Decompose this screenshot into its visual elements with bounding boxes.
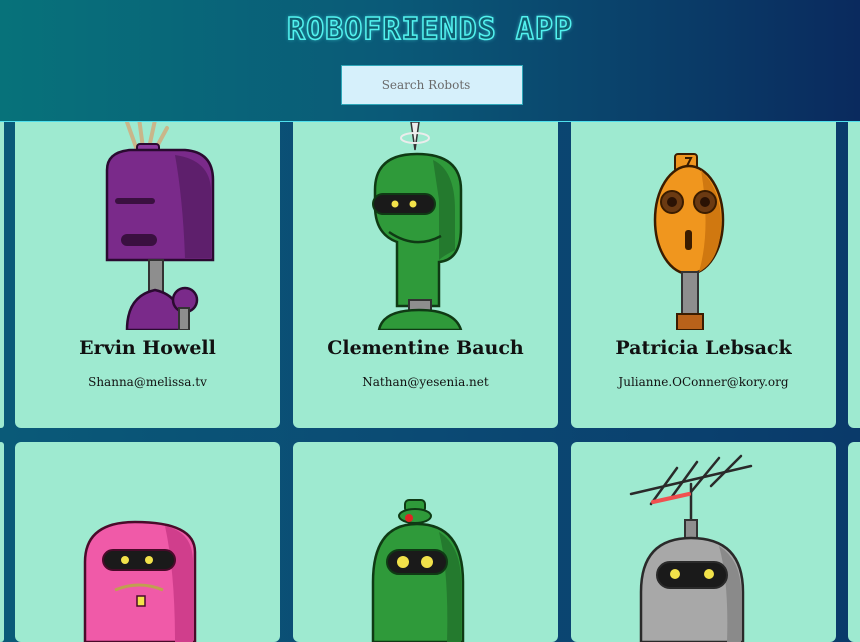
- robot-card-edge-right-1[interactable]: [848, 110, 860, 428]
- app-title: ROBOFRIENDS APP: [286, 11, 573, 48]
- robot-avatar-image: [372, 121, 463, 330]
- robot-avatar-image: [105, 116, 215, 330]
- search-input[interactable]: [341, 65, 523, 105]
- robot-card[interactable]: Ervin Howell Shanna@melissa.tv: [15, 110, 280, 428]
- robot-name: Ervin Howell: [79, 337, 216, 359]
- robot-card[interactable]: Clementine Bauch Nathan@yesenia.net: [293, 110, 558, 428]
- robot-avatar-image: [629, 454, 753, 642]
- robot-email: Nathan@yesenia.net: [362, 375, 489, 389]
- app-header: ROBOFRIENDS APP: [0, 0, 860, 122]
- robot-name: Clementine Bauch: [327, 337, 524, 359]
- robot-avatar-image: [83, 520, 197, 642]
- robot-card[interactable]: [15, 442, 280, 642]
- robot-card[interactable]: [293, 442, 558, 642]
- robot-name: Patricia Lebsack: [615, 337, 792, 359]
- robot-card-edge-left-2[interactable]: [0, 442, 4, 642]
- robot-avatar-image: [653, 153, 725, 330]
- robot-email: Julianne.OConner@kory.org: [618, 375, 789, 389]
- robot-card[interactable]: [571, 442, 836, 642]
- robot-avatar-image: [371, 499, 465, 642]
- robot-card-edge-right-2[interactable]: [848, 442, 860, 642]
- robot-card[interactable]: Patricia Lebsack Julianne.OConner@kory.o…: [571, 110, 836, 428]
- robot-email: Shanna@melissa.tv: [88, 375, 207, 389]
- robot-card-edge-left-1[interactable]: [0, 110, 4, 428]
